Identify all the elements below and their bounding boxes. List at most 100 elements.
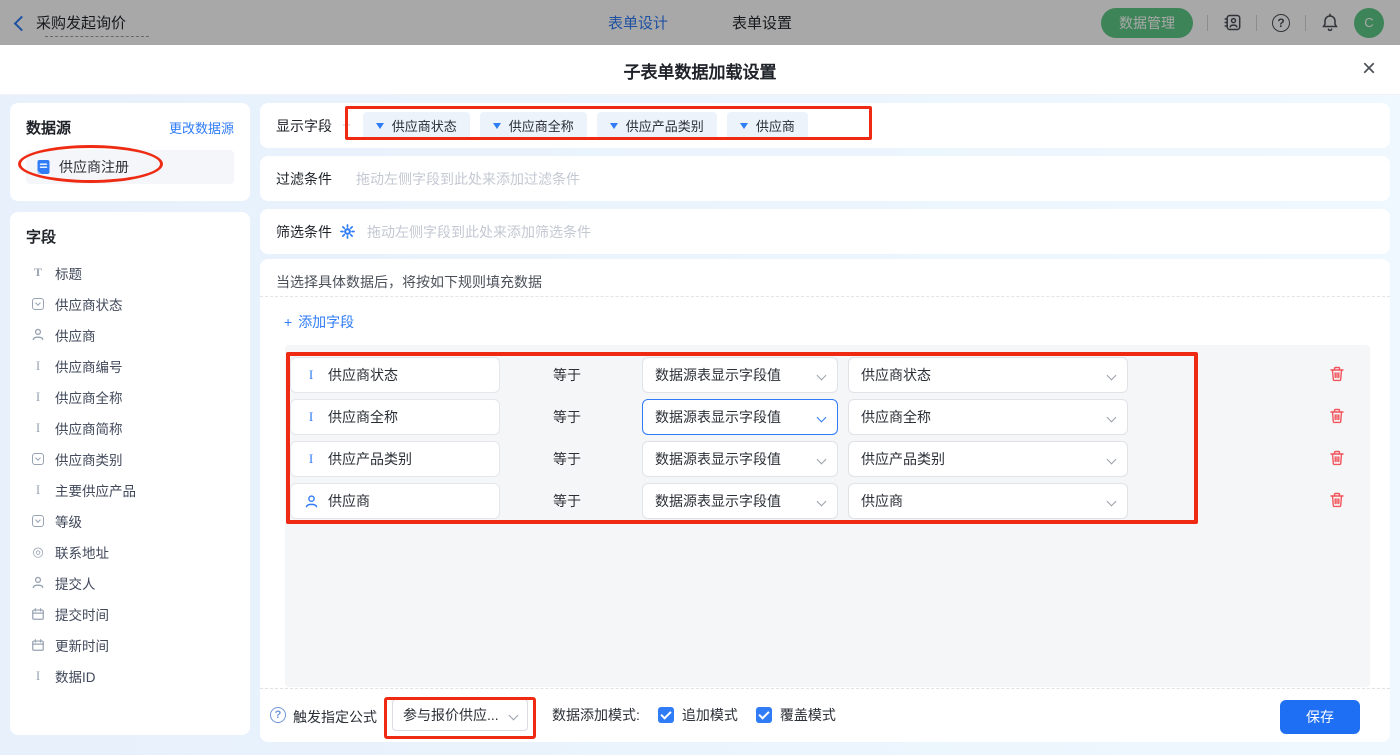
tab-form-design[interactable]: 表单设计 <box>608 12 668 33</box>
date-icon <box>30 607 46 621</box>
text-icon: I <box>30 482 46 498</box>
field-label: 数据ID <box>55 666 96 686</box>
source-type-dropdown[interactable]: 数据源表显示字段值 <box>642 441 838 477</box>
field-item[interactable]: 更新时间 <box>26 629 234 660</box>
display-field-tag[interactable]: 供应产品类别 <box>597 112 717 140</box>
chevron-down-icon <box>817 370 827 380</box>
field-item[interactable]: 供应商 <box>26 319 234 350</box>
append-mode-checkbox-group[interactable]: 追加模式 <box>658 705 738 725</box>
display-field-tag[interactable]: 供应商 <box>727 112 808 140</box>
formula-value: 参与报价供应... <box>403 705 499 725</box>
field-label: 标题 <box>55 263 82 283</box>
checkbox-checked-icon[interactable] <box>756 707 772 723</box>
trash-icon[interactable] <box>1328 407 1348 427</box>
source-type-dropdown[interactable]: 数据源表显示字段值 <box>642 483 838 519</box>
datasource-title: 数据源 <box>26 117 71 138</box>
target-field-label: 供应商 <box>328 491 370 511</box>
datasource-panel: 数据源 更改数据源 供应商注册 <box>10 103 250 201</box>
field-item[interactable]: I供应商全称 <box>26 381 234 412</box>
help-icon[interactable]: ? <box>1271 13 1291 33</box>
field-label: 供应商 <box>55 325 96 345</box>
checkbox-checked-icon[interactable] <box>658 707 674 723</box>
fill-rules-panel: 当选择具体数据后，将按如下规则填充数据 + 添加字段 I供应商状态 等于 数据源… <box>260 259 1390 742</box>
gear-icon[interactable] <box>340 224 355 239</box>
chevron-down-icon <box>817 412 827 422</box>
addressbook-icon[interactable] <box>1222 13 1242 33</box>
member-icon <box>303 494 319 509</box>
source-field-value: 供应商 <box>861 491 903 511</box>
source-field-dropdown[interactable]: 供应商全称 <box>848 399 1128 435</box>
target-field-box[interactable]: I供应产品类别 <box>290 441 500 477</box>
location-icon: ◎ <box>30 544 46 560</box>
display-fields-panel: 显示字段 + 供应商状态 供应商全称 供应产品类别 供应商 <box>260 103 1390 148</box>
field-item[interactable]: I供应商编号 <box>26 350 234 381</box>
screening-condition-label: 筛选条件 <box>276 222 332 242</box>
field-label: 更新时间 <box>55 635 109 655</box>
modal-title: 子表单数据加载设置 <box>0 45 1400 95</box>
avatar[interactable]: C <box>1354 8 1384 38</box>
filter-condition-panel[interactable]: 过滤条件 拖动左侧字段到此处来添加过滤条件 <box>260 156 1390 201</box>
trash-icon[interactable] <box>1328 449 1348 469</box>
tag-label: 供应产品类别 <box>626 116 704 135</box>
document-icon <box>36 159 51 175</box>
source-type-dropdown[interactable]: 数据源表显示字段值 <box>642 399 838 435</box>
select-icon <box>30 453 46 465</box>
chevron-down-icon <box>817 496 827 506</box>
formula-dropdown[interactable]: 参与报价供应... <box>392 699 528 731</box>
field-item[interactable]: I供应商简称 <box>26 412 234 443</box>
trash-icon[interactable] <box>1328 491 1348 511</box>
chevron-down-icon <box>1107 370 1117 380</box>
target-field-label: 供应商状态 <box>328 365 398 385</box>
text-icon: I <box>303 451 319 467</box>
field-item[interactable]: 等级 <box>26 505 234 536</box>
field-item[interactable]: 提交时间 <box>26 598 234 629</box>
source-field-dropdown[interactable]: 供应产品类别 <box>848 441 1128 477</box>
display-field-tag[interactable]: 供应商全称 <box>480 112 587 140</box>
question-icon[interactable]: ? <box>270 707 286 723</box>
field-item[interactable]: 供应商状态 <box>26 288 234 319</box>
formula-label: 触发指定公式 <box>293 707 377 727</box>
source-field-value: 供应产品类别 <box>861 449 945 469</box>
source-type-dropdown[interactable]: 数据源表显示字段值 <box>642 357 838 393</box>
operator-label: 等于 <box>553 357 617 393</box>
add-display-field-icon[interactable]: + <box>342 117 351 134</box>
target-field-box[interactable]: 供应商 <box>290 483 500 519</box>
field-item[interactable]: I数据ID <box>26 660 234 691</box>
field-item[interactable]: 提交人 <box>26 567 234 598</box>
field-label: 供应商状态 <box>55 294 123 314</box>
field-item[interactable]: I主要供应产品 <box>26 474 234 505</box>
filter-condition-placeholder: 拖动左侧字段到此处来添加过滤条件 <box>356 169 580 189</box>
tag-label: 供应商状态 <box>392 116 457 135</box>
triangle-down-icon <box>493 123 501 129</box>
field-list: T标题 供应商状态 供应商 I供应商编号 I供应商全称 I供应商简称 供应商类别… <box>26 257 234 691</box>
change-datasource-link[interactable]: 更改数据源 <box>169 118 234 137</box>
screening-condition-panel[interactable]: 筛选条件 拖动左侧字段到此处来添加筛选条件 <box>260 209 1390 254</box>
overwrite-mode-checkbox-group[interactable]: 覆盖模式 <box>756 705 836 725</box>
tab-form-settings[interactable]: 表单设置 <box>732 12 792 33</box>
datasource-selected-item[interactable]: 供应商注册 <box>26 150 234 184</box>
tag-label: 供应商全称 <box>509 116 574 135</box>
source-field-dropdown[interactable]: 供应商状态 <box>848 357 1128 393</box>
field-item[interactable]: 供应商类别 <box>26 443 234 474</box>
source-field-value: 供应商全称 <box>861 407 931 427</box>
display-field-tag[interactable]: 供应商状态 <box>363 112 470 140</box>
close-icon[interactable]: × <box>1362 55 1376 83</box>
field-item[interactable]: T标题 <box>26 257 234 288</box>
save-button[interactable]: 保存 <box>1280 700 1360 734</box>
add-field-button[interactable]: + 添加字段 <box>284 312 354 332</box>
field-label: 供应商全称 <box>55 387 123 407</box>
text-icon: I <box>30 358 46 374</box>
data-manage-button[interactable]: 数据管理 <box>1101 8 1193 38</box>
datasource-selected-label: 供应商注册 <box>59 157 129 177</box>
select-icon <box>30 298 46 310</box>
field-label: 联系地址 <box>55 542 109 562</box>
field-item[interactable]: ◎ 联系地址 <box>26 536 234 567</box>
target-field-box[interactable]: I供应商全称 <box>290 399 500 435</box>
source-field-dropdown[interactable]: 供应商 <box>848 483 1128 519</box>
bell-icon[interactable] <box>1320 13 1340 33</box>
target-field-box[interactable]: I供应商状态 <box>290 357 500 393</box>
triangle-down-icon <box>610 123 618 129</box>
select-icon <box>30 515 46 527</box>
chevron-down-icon <box>1107 454 1117 464</box>
trash-icon[interactable] <box>1328 365 1348 385</box>
